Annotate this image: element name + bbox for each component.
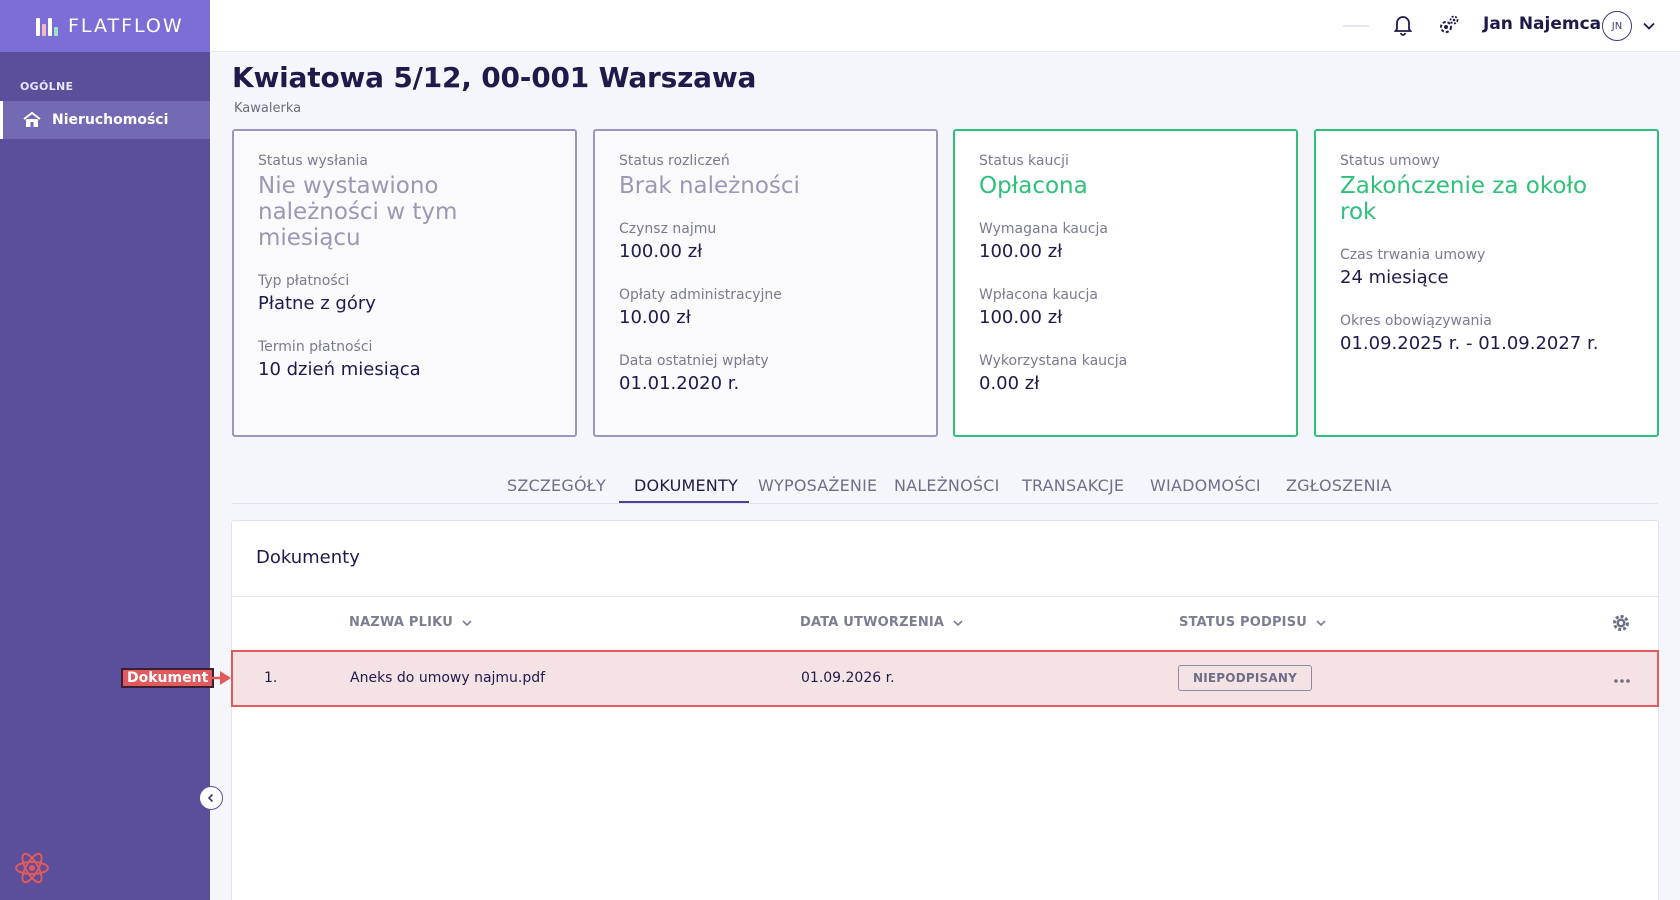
topbar-divider xyxy=(1343,25,1369,27)
sidebar-item-nieruchomosci[interactable]: Nieruchomości xyxy=(0,101,210,139)
chevron-down-icon xyxy=(462,619,472,626)
more-horizontal-icon xyxy=(1614,679,1630,683)
field-value: 01.01.2020 r. xyxy=(619,373,740,394)
field-label: Wpłacona kaucja xyxy=(979,287,1098,303)
field-label: Wykorzystana kaucja xyxy=(979,353,1128,369)
bell-icon xyxy=(1393,16,1413,36)
more-actions-button[interactable] xyxy=(1613,668,1631,689)
column-header-label: STATUS PODPISU xyxy=(1179,615,1308,630)
field-value: 24 miesiące xyxy=(1340,267,1449,288)
card-label: Status rozliczeń xyxy=(619,153,730,169)
page-subtitle: Kawalerka xyxy=(234,101,302,116)
card-deposit-status: Status kaucji Opłacona Wymagana kaucja 1… xyxy=(953,129,1298,437)
field-label: Czas trwania umowy xyxy=(1340,247,1486,263)
card-status: Opłacona xyxy=(979,173,1088,199)
field-value: 10.00 zł xyxy=(619,307,691,328)
column-header-created-date[interactable]: DATA UTWORZENIA xyxy=(800,615,964,630)
status-badge: NIEPODPISANY xyxy=(1178,665,1312,691)
sidebar-collapse-button[interactable] xyxy=(199,786,223,810)
documents-panel: Dokumenty NAZWA PLIKU DATA UTWORZENIA ST… xyxy=(231,520,1659,900)
field-value: 0.00 zł xyxy=(979,373,1040,394)
annotation-label: Dokument xyxy=(121,668,215,688)
arrow-right-icon xyxy=(206,671,231,685)
divider xyxy=(232,596,1658,597)
card-status: Brak należności xyxy=(619,173,800,199)
field-value: 01.09.2025 r. - 01.09.2027 r. xyxy=(1340,333,1599,354)
gears-icon xyxy=(1440,15,1459,33)
chevron-down-icon xyxy=(1316,619,1326,626)
tab-transakcje[interactable]: TRANSAKCJE xyxy=(1022,476,1124,495)
tab-wiadomosci[interactable]: WIADOMOŚCI xyxy=(1150,476,1261,495)
card-settlement-status: Status rozliczeń Brak należności Czynsz … xyxy=(593,129,938,437)
tab-zgloszenia[interactable]: ZGŁOSZENIA xyxy=(1286,476,1392,495)
card-status: Nie wystawiono należności w tym miesiącu xyxy=(258,173,458,251)
column-header-label: DATA UTWORZENIA xyxy=(800,615,945,630)
row-index: 1. xyxy=(264,670,278,686)
field-label: Okres obowiązywania xyxy=(1340,313,1492,329)
field-label: Opłaty administracyjne xyxy=(619,287,782,303)
chevron-left-icon xyxy=(207,793,214,803)
sidebar: FLATFLOW OGÓLNE Nieruchomości xyxy=(0,0,210,900)
topbar: Jan Najemca JN xyxy=(210,0,1680,52)
gear-icon xyxy=(1613,615,1629,631)
card-sending-status: Status wysłania Nie wystawiono należnośc… xyxy=(232,129,577,437)
field-value: 100.00 zł xyxy=(979,307,1063,328)
flatflow-logo-icon xyxy=(36,15,58,37)
field-label: Termin płatności xyxy=(258,339,373,355)
field-label: Typ płatności xyxy=(258,273,350,289)
tab-wyposazenie[interactable]: WYPOSAŻENIE xyxy=(758,476,877,495)
sidebar-item-label: Nieruchomości xyxy=(52,112,169,128)
notifications-button[interactable] xyxy=(1393,14,1413,40)
home-icon xyxy=(23,112,41,127)
brand-name: FLATFLOW xyxy=(68,15,184,37)
field-label: Czynsz najmu xyxy=(619,221,717,237)
table-settings-button[interactable] xyxy=(1611,613,1631,637)
card-status: Zakończenie za około rok xyxy=(1340,173,1588,225)
tab-naleznosci[interactable]: NALEŻNOŚCI xyxy=(894,476,1000,495)
tab-bar: SZCZEGÓŁY DOKUMENTY WYPOSAŻENIE NALEŻNOŚ… xyxy=(232,470,1658,504)
field-value: 100.00 zł xyxy=(619,241,703,262)
settings-button[interactable] xyxy=(1437,14,1461,42)
column-header-signature-status[interactable]: STATUS PODPISU xyxy=(1179,615,1327,630)
sidebar-section-label: OGÓLNE xyxy=(20,80,74,93)
brand-header[interactable]: FLATFLOW xyxy=(0,0,210,52)
field-value: 100.00 zł xyxy=(979,241,1063,262)
column-header-label: NAZWA PLIKU xyxy=(349,615,453,630)
field-value: Płatne z góry xyxy=(258,293,376,314)
field-value: 10 dzień miesiąca xyxy=(258,359,421,380)
tab-szczegoly[interactable]: SZCZEGÓŁY xyxy=(507,476,606,495)
chevron-down-icon xyxy=(953,619,963,626)
chevron-down-icon xyxy=(1643,22,1655,30)
column-header-file-name[interactable]: NAZWA PLIKU xyxy=(349,615,473,630)
avatar[interactable]: JN xyxy=(1602,11,1632,41)
active-tab-indicator xyxy=(619,501,749,503)
card-contract-status: Status umowy Zakończenie za około rok Cz… xyxy=(1314,129,1659,437)
react-devtools-icon[interactable] xyxy=(12,848,52,888)
panel-title: Dokumenty xyxy=(256,547,360,568)
file-name-link[interactable]: Aneks do umowy najmu.pdf xyxy=(350,670,545,686)
card-label: Status umowy xyxy=(1340,153,1440,169)
user-name[interactable]: Jan Najemca xyxy=(1483,14,1601,34)
table-row[interactable]: 1. Aneks do umowy najmu.pdf 01.09.2026 r… xyxy=(231,650,1659,707)
user-menu-button[interactable] xyxy=(1642,18,1656,37)
page-title: Kwiatowa 5/12, 00-001 Warszawa xyxy=(232,61,757,94)
card-label: Status wysłania xyxy=(258,153,368,169)
card-label: Status kaucji xyxy=(979,153,1069,169)
field-label: Data ostatniej wpłaty xyxy=(619,353,769,369)
created-date: 01.09.2026 r. xyxy=(801,670,895,686)
field-label: Wymagana kaucja xyxy=(979,221,1108,237)
tab-dokumenty[interactable]: DOKUMENTY xyxy=(634,476,738,495)
